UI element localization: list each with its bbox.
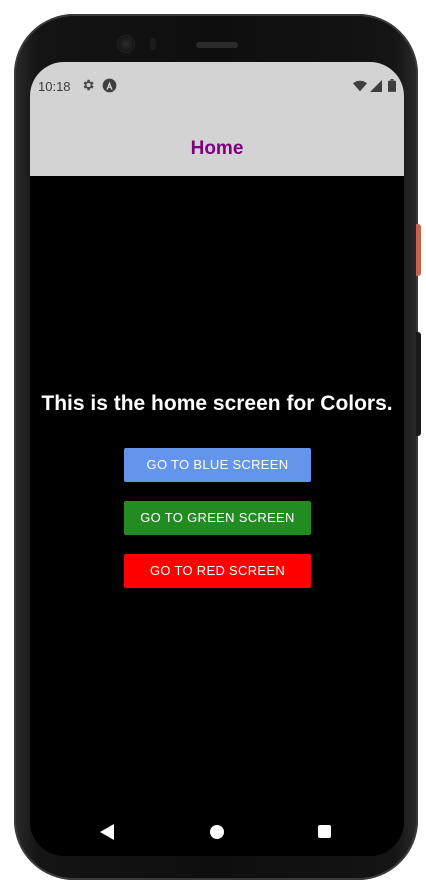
volume-button: [416, 332, 421, 436]
status-time: 10:18: [38, 79, 71, 94]
camera-sensor: [150, 38, 156, 50]
gear-icon: [83, 79, 94, 91]
recents-icon[interactable]: [318, 825, 331, 838]
go-to-red-screen-button[interactable]: GO TO RED SCREEN: [124, 554, 311, 588]
earpiece-speaker: [196, 42, 238, 48]
status-bar: 10:18: [30, 62, 404, 110]
home-icon[interactable]: [210, 825, 224, 839]
page-title: Home: [190, 138, 244, 159]
power-button: [416, 224, 421, 276]
go-to-green-screen-button[interactable]: GO TO GREEN SCREEN: [124, 501, 311, 535]
react-a-icon: [102, 78, 117, 93]
app-header: 10:18 Home: [30, 62, 404, 176]
device-screen: 10:18 Home This is the home screen for C…: [30, 62, 404, 856]
back-icon[interactable]: [100, 824, 114, 840]
battery-icon: [388, 79, 396, 92]
wifi-icon: [353, 80, 367, 92]
go-to-blue-screen-button[interactable]: GO TO BLUE SCREEN: [124, 448, 311, 482]
front-camera: [118, 36, 134, 52]
system-nav-bar: [30, 816, 404, 856]
signal-icon: [370, 80, 382, 92]
home-message: This is the home screen for Colors.: [41, 392, 393, 415]
main-content: This is the home screen for Colors. GO T…: [30, 176, 404, 816]
